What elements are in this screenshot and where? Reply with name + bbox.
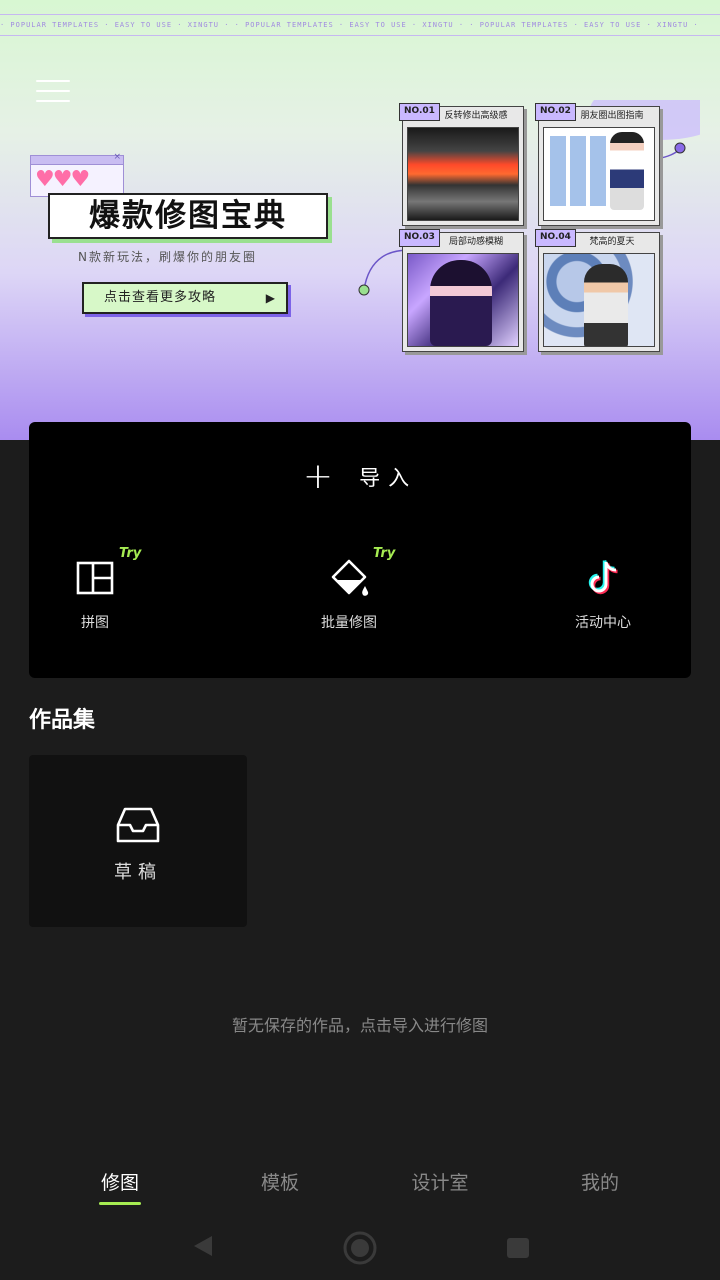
bottom-nav: 修图 模板 设计室 我的 bbox=[0, 1150, 720, 1210]
template-card-3[interactable]: NO.03 局部动感模糊 bbox=[399, 229, 524, 352]
nav-tab-edit[interactable]: 修图 bbox=[60, 1168, 180, 1195]
banner-cta-label: 点击查看更多攻略 bbox=[104, 290, 217, 305]
template-card-image bbox=[407, 253, 519, 347]
template-card-caption: 朋友圈出图指南 bbox=[580, 111, 644, 121]
try-badge: Try bbox=[373, 546, 396, 561]
collage-icon bbox=[76, 561, 114, 595]
empty-state-text: 暂无保存的作品，点击导入进行修图 bbox=[231, 1016, 488, 1035]
activity-center-label: 活动中心 bbox=[575, 615, 631, 631]
template-card-caption: 反转修出高级感 bbox=[444, 111, 508, 121]
back-icon[interactable] bbox=[188, 1232, 216, 1260]
banner-cta-button[interactable]: 点击查看更多攻略 ▶ bbox=[82, 282, 288, 314]
template-card-image bbox=[543, 127, 655, 221]
plus-icon: + bbox=[302, 456, 334, 497]
try-badge: Try bbox=[119, 546, 142, 561]
menu-icon[interactable] bbox=[36, 80, 70, 106]
nav-tab-design-studio[interactable]: 设计室 bbox=[380, 1168, 500, 1195]
nav-tab-templates[interactable]: 模板 bbox=[220, 1168, 340, 1195]
nav-tab-profile[interactable]: 我的 bbox=[540, 1168, 660, 1195]
template-card-2[interactable]: NO.02 朋友圈出图指南 bbox=[535, 103, 660, 226]
drafts-label: 草稿 bbox=[114, 862, 162, 883]
recents-icon[interactable] bbox=[504, 1234, 532, 1262]
activity-center-button[interactable]: 活动中心 bbox=[533, 546, 673, 636]
action-panel: + 导入 Try 拼图 Try 批量修图 活动中心 bbox=[29, 422, 691, 678]
template-card-1[interactable]: NO.01 反转修出高级感 bbox=[399, 103, 524, 226]
banner-subtitle: N款新玩法，刷爆你的朋友圈 bbox=[78, 250, 257, 264]
collage-button[interactable]: Try 拼图 bbox=[25, 546, 165, 636]
system-navigation-bar bbox=[0, 1214, 720, 1280]
drafts-button[interactable] bbox=[29, 755, 247, 927]
banner-marquee: · POPULAR TEMPLATES · EASY TO USE · XING… bbox=[0, 14, 720, 36]
home-icon[interactable] bbox=[342, 1230, 378, 1266]
template-card-4[interactable]: NO.04 梵高的夏天 bbox=[535, 229, 660, 352]
decorative-window: ♥♥♥ bbox=[30, 152, 124, 197]
nav-active-indicator bbox=[99, 1202, 141, 1205]
tiktok-icon bbox=[588, 560, 618, 595]
template-card-caption: 梵高的夏天 bbox=[589, 237, 635, 247]
collage-label: 拼图 bbox=[81, 615, 109, 631]
template-card-image bbox=[543, 253, 655, 347]
play-arrow-icon: ▶ bbox=[265, 291, 276, 305]
batch-edit-label: 批量修图 bbox=[321, 615, 377, 631]
template-card-caption: 局部动感模糊 bbox=[448, 237, 503, 247]
batch-edit-icon bbox=[331, 559, 369, 596]
batch-edit-button[interactable]: Try 批量修图 bbox=[279, 546, 419, 636]
banner-title: 爆款修图宝典 bbox=[48, 193, 328, 239]
works-section-title: 作品集 bbox=[29, 708, 96, 733]
template-card-image bbox=[407, 127, 519, 221]
promo-banner[interactable]: · POPULAR TEMPLATES · EASY TO USE · XING… bbox=[0, 0, 720, 440]
inbox-icon bbox=[116, 807, 160, 843]
import-label: 导入 bbox=[359, 466, 418, 490]
hearts-icon: ♥♥♥ bbox=[35, 167, 90, 192]
import-button[interactable]: + 导入 bbox=[29, 422, 691, 532]
